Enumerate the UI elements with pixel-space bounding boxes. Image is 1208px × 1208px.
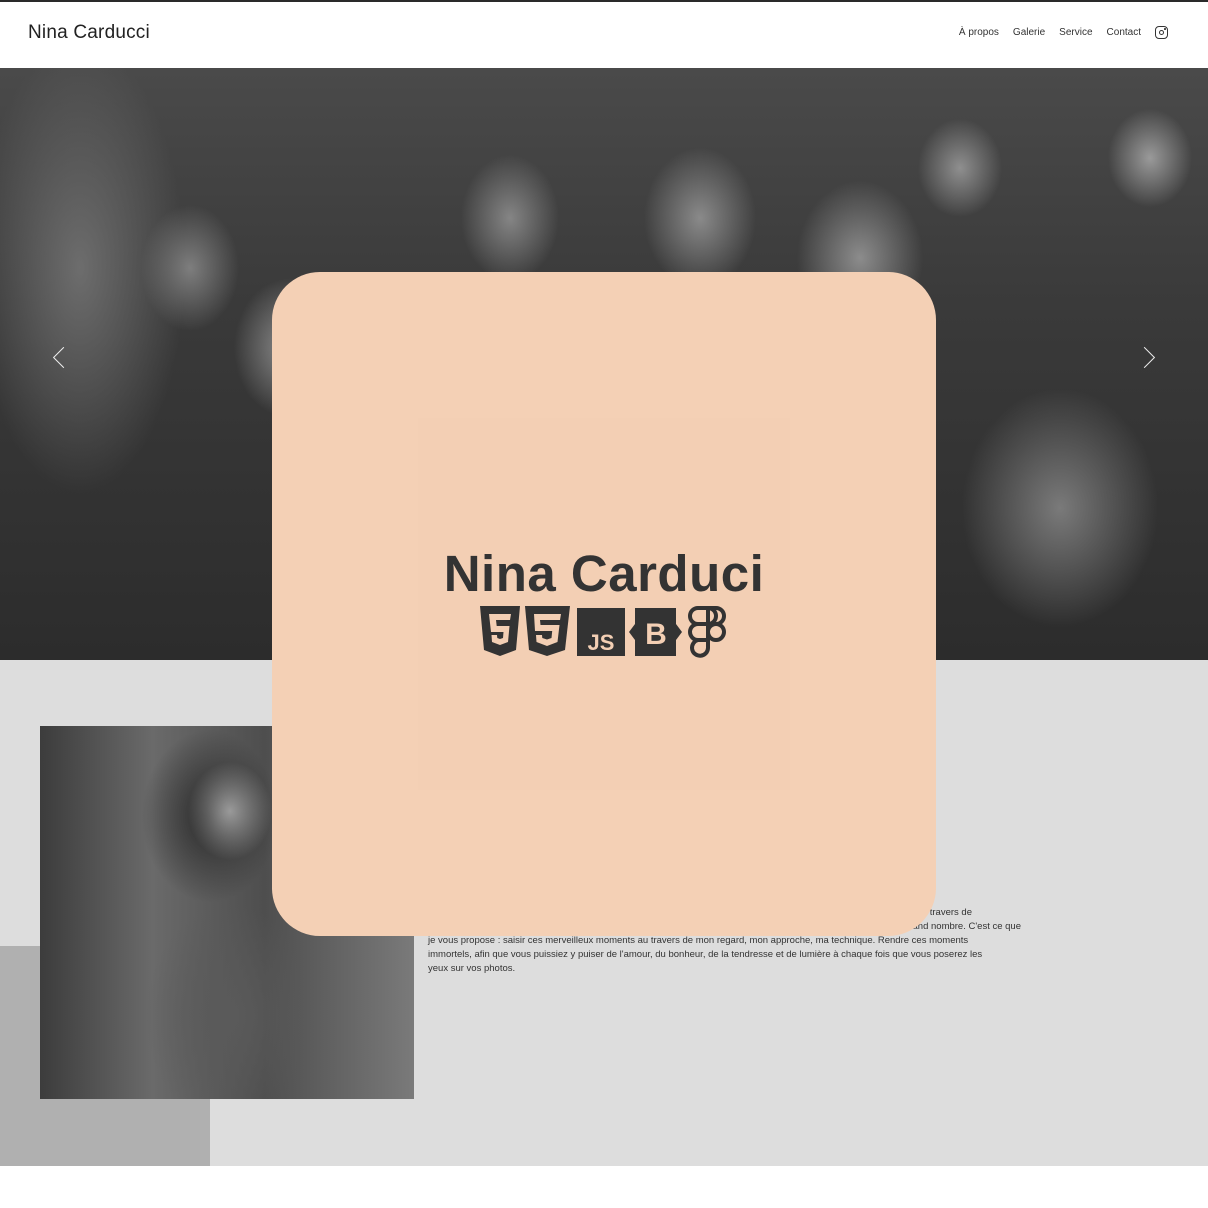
nav-link-about[interactable]: À propos [959,27,999,38]
html5-icon [480,606,520,656]
site-header: Nina Carducci À propos Galerie Service C… [0,2,1208,68]
logo-card: Nina Carduci JS B [418,418,790,790]
about-text-line: yeux sur vos photos. [428,963,516,974]
nav-link-contact[interactable]: Contact [1107,27,1141,38]
main-nav: À propos Galerie Service Contact [959,26,1168,39]
figma-icon [688,606,726,658]
tech-logos: JS B [480,606,726,658]
chevron-right-icon[interactable] [1133,346,1156,369]
css3-icon [525,606,570,656]
about-text-line: immortels, afin que vous puissiez y puis… [428,949,983,960]
logo-title: Nina Carduci [443,545,765,602]
svg-text:JS: JS [588,630,615,655]
chevron-left-icon[interactable] [52,346,75,369]
about-text-line: je vous propose : saisir ces merveilleux… [428,935,969,946]
svg-text:B: B [645,618,667,651]
loading-overlay: Nina Carduci JS B [272,272,936,936]
javascript-icon: JS [577,608,625,656]
instagram-icon[interactable] [1155,26,1168,39]
site-brand[interactable]: Nina Carducci [28,22,150,44]
bootstrap-icon: B [629,608,682,656]
nav-link-service[interactable]: Service [1059,27,1092,38]
nav-link-gallery[interactable]: Galerie [1013,27,1045,38]
